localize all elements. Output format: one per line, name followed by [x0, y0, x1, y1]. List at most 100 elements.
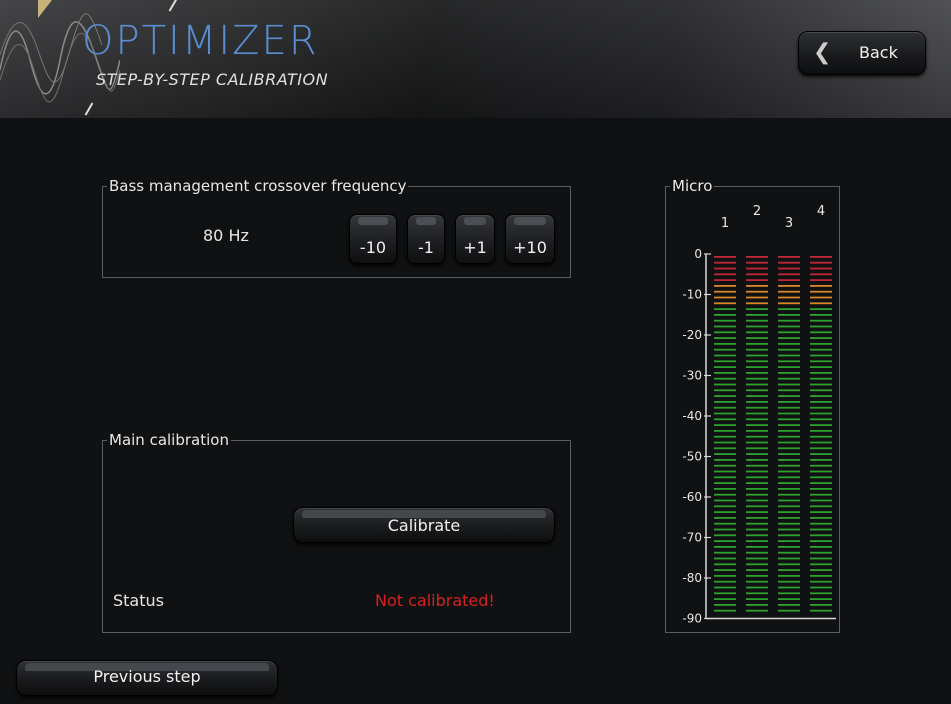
- increase-1-button[interactable]: +1: [455, 214, 495, 264]
- back-button-label: Back: [859, 43, 898, 62]
- meter-segment: [810, 580, 832, 583]
- meter-segment: [778, 609, 800, 612]
- meter-segment: [778, 575, 800, 577]
- meter-segment: [714, 412, 736, 415]
- scale-label: 0: [694, 247, 702, 261]
- meter-segment: [714, 319, 736, 322]
- meter-segment: [746, 459, 768, 461]
- meter-segment: [714, 389, 736, 392]
- meter-segment: [778, 285, 800, 287]
- app-subtitle: STEP-BY-STEP CALIBRATION: [96, 70, 329, 89]
- app-title: OPTIMIZER: [82, 18, 319, 64]
- button-highlight: [416, 217, 436, 225]
- meter-segment: [746, 273, 768, 276]
- back-button[interactable]: ❮ Back: [798, 31, 926, 75]
- meter-segment: [810, 476, 832, 479]
- meter-segment: [746, 377, 768, 380]
- meter-segment: [746, 592, 768, 595]
- meter-segment: [778, 430, 800, 432]
- meter-segment: [810, 586, 832, 589]
- status-value: Not calibrated!: [375, 591, 495, 610]
- increase-10-button[interactable]: +10: [505, 214, 555, 264]
- meter-segment: [714, 586, 736, 589]
- meter-segment: [746, 441, 768, 444]
- meter-segment: [810, 354, 832, 357]
- meter-segment: [778, 406, 800, 409]
- meter-segment: [714, 505, 736, 508]
- meter-segment: [810, 389, 832, 392]
- scale-label: -40: [682, 409, 702, 423]
- meter-segment: [746, 348, 768, 351]
- meter-segment: [746, 464, 768, 467]
- meter-segment: [778, 377, 800, 380]
- meter-segment: [778, 314, 800, 316]
- meter-segment: [714, 464, 736, 467]
- meter-segment: [714, 337, 736, 339]
- previous-step-button[interactable]: Previous step: [16, 660, 278, 696]
- meter-segment: [810, 377, 832, 380]
- meter-segment: [778, 273, 800, 276]
- meter-segment: [810, 285, 832, 287]
- meter-segment: [714, 447, 736, 450]
- meter-segment: [714, 279, 736, 281]
- meter-segment: [778, 598, 800, 600]
- meter-segment: [778, 505, 800, 508]
- meter-segment: [714, 604, 736, 606]
- meter-segment: [778, 528, 800, 531]
- meter-segment: [714, 493, 736, 496]
- meter-segment: [746, 470, 768, 473]
- meter-segment: [746, 546, 768, 548]
- meter-segment: [714, 418, 736, 421]
- meter-segment: [746, 551, 768, 554]
- meter-segment: [746, 493, 768, 496]
- meter-segment: [746, 569, 768, 571]
- meter-segment: [810, 534, 832, 537]
- meter-segment: [778, 511, 800, 513]
- meter-segment: [810, 517, 832, 519]
- calibration-group: Main calibration Calibrate Status Not ca…: [102, 431, 571, 633]
- meter-segment: [714, 441, 736, 444]
- button-highlight: [464, 217, 486, 225]
- meter-segment: [746, 412, 768, 415]
- meter-segment: [714, 488, 736, 490]
- decrease-10-button[interactable]: -10: [349, 214, 397, 264]
- meter-segment: [714, 360, 736, 363]
- meter-segment: [778, 470, 800, 473]
- meter-segment: [714, 256, 736, 258]
- meter-segment: [778, 604, 800, 606]
- decrease-1-button[interactable]: -1: [407, 214, 445, 264]
- meter-segment: [746, 325, 768, 328]
- meter-segment: [714, 598, 736, 600]
- scale-label: -20: [682, 328, 702, 342]
- meter-segment: [810, 598, 832, 600]
- meter-segment: [810, 290, 832, 293]
- meter-segment: [746, 401, 768, 403]
- meter-segment: [810, 482, 832, 484]
- meter-segment: [746, 337, 768, 339]
- meter-segment: [810, 563, 832, 566]
- meter-segment: [778, 302, 800, 305]
- meter-segment: [746, 256, 768, 258]
- meter-segment: [746, 279, 768, 281]
- meter-segment: [746, 314, 768, 316]
- meter-segment: [810, 343, 832, 345]
- meter-segment: [746, 604, 768, 606]
- scale-label: -50: [682, 450, 702, 464]
- meter-segment: [746, 360, 768, 363]
- meter-segment: [714, 401, 736, 403]
- meter-segment: [778, 372, 800, 374]
- meter-segment: [746, 476, 768, 479]
- meter-segment: [746, 354, 768, 357]
- meter-segment: [746, 534, 768, 537]
- meter-segment: [810, 256, 832, 258]
- meter-segment: [778, 453, 800, 455]
- meter-segment: [778, 325, 800, 328]
- calibrate-button[interactable]: Calibrate: [293, 507, 555, 543]
- meter-segment: [778, 499, 800, 502]
- meter-segment: [746, 435, 768, 438]
- meter-segment: [746, 395, 768, 397]
- meter-segment: [810, 302, 832, 305]
- meter-segment: [714, 331, 736, 334]
- meter-segment: [714, 470, 736, 473]
- meter-segment: [778, 447, 800, 450]
